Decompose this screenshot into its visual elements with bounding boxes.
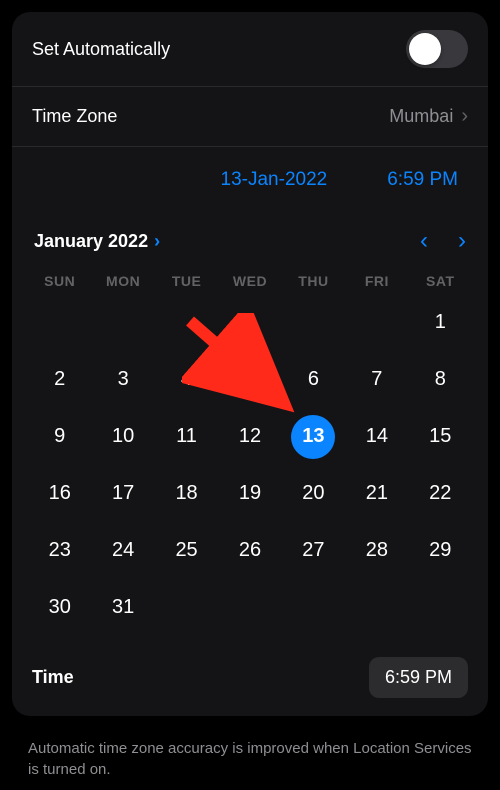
time-value: 6:59 PM [385, 667, 452, 687]
prev-month-button[interactable]: ‹ [420, 227, 428, 255]
calendar-day[interactable]: 8 [409, 358, 472, 401]
calendar-day[interactable]: 15 [409, 415, 472, 458]
calendar-blank [345, 301, 408, 344]
calendar-day[interactable]: 7 [345, 358, 408, 401]
calendar-day[interactable]: 6 [282, 358, 345, 401]
time-zone-value-group: Mumbai › [389, 105, 468, 128]
calendar-grid: 1234567891011121314151617181920212223242… [12, 295, 488, 643]
calendar-day[interactable]: 9 [28, 415, 91, 458]
calendar-day[interactable]: 30 [28, 586, 91, 629]
time-row: Time 6:59 PM [12, 643, 488, 716]
date-time-settings-panel: Set Automatically Time Zone Mumbai › 13-… [12, 12, 488, 716]
time-picker-button[interactable]: 6:59 PM [369, 657, 468, 698]
calendar-day[interactable]: 21 [345, 472, 408, 515]
calendar-day[interactable]: 13 [282, 415, 345, 458]
selected-datetime-row: 13-Jan-2022 6:59 PM [12, 147, 488, 213]
weekday-label: MON [91, 273, 154, 289]
calendar-day[interactable]: 17 [91, 472, 154, 515]
month-year-label: January 2022 [34, 231, 148, 252]
weekday-label: SAT [409, 273, 472, 289]
calendar-day[interactable]: 23 [28, 529, 91, 572]
weekday-label: SUN [28, 273, 91, 289]
calendar-day[interactable]: 16 [28, 472, 91, 515]
calendar-day[interactable]: 27 [282, 529, 345, 572]
calendar-day[interactable]: 14 [345, 415, 408, 458]
calendar-day[interactable]: 5 [218, 358, 281, 401]
time-label: Time [32, 667, 74, 688]
calendar-blank [91, 301, 154, 344]
time-zone-row[interactable]: Time Zone Mumbai › [12, 87, 488, 147]
calendar-day[interactable]: 4 [155, 358, 218, 401]
calendar-day[interactable]: 1 [409, 301, 472, 344]
calendar-day[interactable]: 28 [345, 529, 408, 572]
weekday-label: THU [282, 273, 345, 289]
calendar-day[interactable]: 12 [218, 415, 281, 458]
calendar-blank [155, 301, 218, 344]
set-automatically-label: Set Automatically [32, 39, 170, 60]
toggle-knob [409, 33, 441, 65]
chevron-right-icon: › [461, 105, 468, 128]
calendar-day[interactable]: 10 [91, 415, 154, 458]
set-automatically-row: Set Automatically [12, 12, 488, 87]
set-automatically-toggle[interactable] [406, 30, 468, 68]
time-zone-label: Time Zone [32, 106, 117, 127]
calendar-day[interactable]: 2 [28, 358, 91, 401]
calendar-blank [218, 301, 281, 344]
selected-time[interactable]: 6:59 PM [387, 169, 458, 191]
calendar-day[interactable]: 19 [218, 472, 281, 515]
weekday-label: TUE [155, 273, 218, 289]
calendar-day[interactable]: 31 [91, 586, 154, 629]
footer-note: Automatic time zone accuracy is improved… [0, 728, 500, 790]
calendar-day[interactable]: 26 [218, 529, 281, 572]
calendar-day[interactable]: 25 [155, 529, 218, 572]
calendar-nav: ‹ › [420, 227, 466, 255]
calendar-day[interactable]: 29 [409, 529, 472, 572]
calendar-blank [28, 301, 91, 344]
calendar-header: January 2022 › ‹ › [12, 213, 488, 263]
calendar-day[interactable]: 22 [409, 472, 472, 515]
calendar-day[interactable]: 3 [91, 358, 154, 401]
weekday-header-row: SUNMONTUEWEDTHUFRISAT [12, 263, 488, 295]
calendar-day[interactable]: 18 [155, 472, 218, 515]
calendar-blank [282, 301, 345, 344]
weekday-label: FRI [345, 273, 408, 289]
weekday-label: WED [218, 273, 281, 289]
calendar-day[interactable]: 11 [155, 415, 218, 458]
time-zone-value: Mumbai [389, 106, 453, 127]
calendar-day[interactable]: 24 [91, 529, 154, 572]
chevron-right-icon: › [154, 231, 160, 252]
calendar-day[interactable]: 20 [282, 472, 345, 515]
month-year-button[interactable]: January 2022 › [34, 231, 160, 252]
selected-date[interactable]: 13-Jan-2022 [221, 169, 328, 191]
next-month-button[interactable]: › [458, 227, 466, 255]
